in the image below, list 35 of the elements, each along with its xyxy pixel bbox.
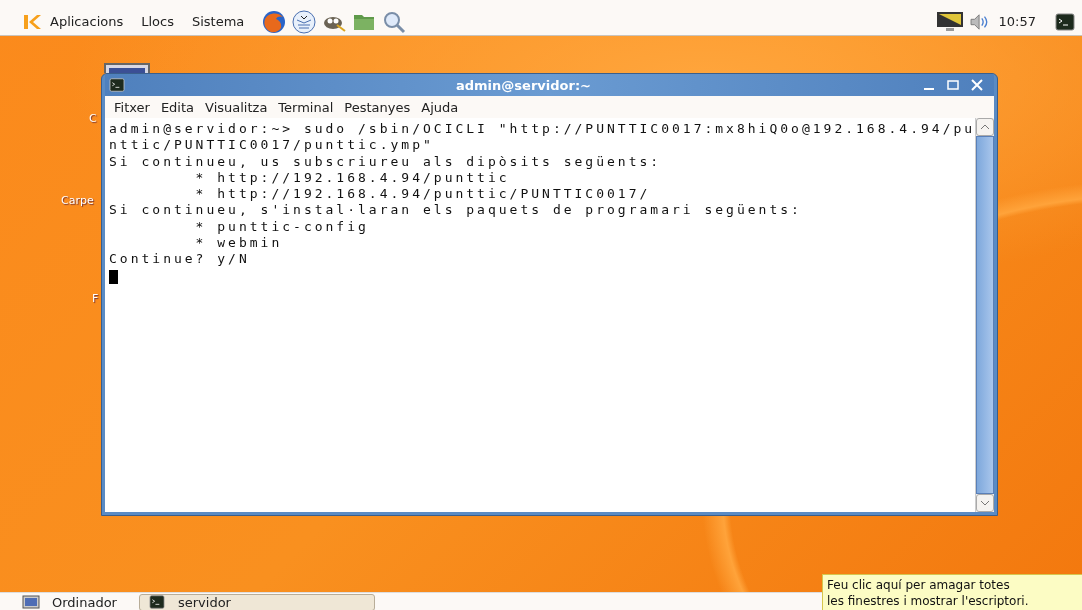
show-desktop-button[interactable]: Ordinador [22,594,117,610]
menu-item[interactable]: Edita [160,99,195,115]
menu-item[interactable]: Ajuda [421,99,459,115]
mail-icon[interactable] [292,9,317,34]
terminal-line: * webmin [194,235,284,252]
panel-menu[interactable]: Aplicacions [50,14,124,29]
terminal-line: nttic/PUNTTIC0017/punttic.ymp" [109,137,435,154]
button-label: Ordinador [52,594,117,610]
terminal-icon[interactable] [1054,12,1076,31]
panel-menu[interactable]: Llocs [141,14,174,29]
monitor-icon [22,595,40,609]
terminal-line: Si continueu, s'instal·laran els paquets de programari següents: [109,202,803,219]
terminal-line: * http://192.168.4.94/punttic/PUNTTIC0017/ [194,186,652,203]
search-icon[interactable] [382,9,407,34]
menu-item[interactable]: Fitxer [114,99,150,115]
taskbar-button[interactable]: servidor [138,593,375,610]
menu-item[interactable]: Pestanyes [344,99,411,115]
tooltip-text: Feu clic aquí per amagar totes [827,577,1011,593]
terminal-line: Si continueu, us subscriureu als dipòsits següents: [109,153,663,170]
window-title: admin@servidor:~ [455,77,592,93]
clock[interactable]: 10:57 [998,14,1036,29]
terminal-line: admin@servidor:~> sudo /sbin/OCICLI "http://PUNTTIC0017:mx8hiQ0o@192.168.4.94/pu [109,121,976,138]
monitor-icon[interactable] [934,10,965,33]
close-icon[interactable] [970,78,984,92]
terminal-line: * punttic-config [194,218,370,236]
menu-item[interactable]: Terminal [278,99,334,115]
tooltip-text: les finestres i mostrar l'escriptori. [827,593,1030,609]
terminal-icon[interactable] [109,78,125,92]
terminal-line: * http://192.168.4.94/punttic [194,169,511,187]
terminal-line: Continue? y/N [109,251,251,268]
globe-icon[interactable] [262,9,287,34]
menu-item[interactable]: Visualitza [205,99,268,115]
text-cursor [109,269,118,284]
panel-menu[interactable]: Sistema [191,14,245,29]
maximize-icon[interactable] [946,78,960,92]
